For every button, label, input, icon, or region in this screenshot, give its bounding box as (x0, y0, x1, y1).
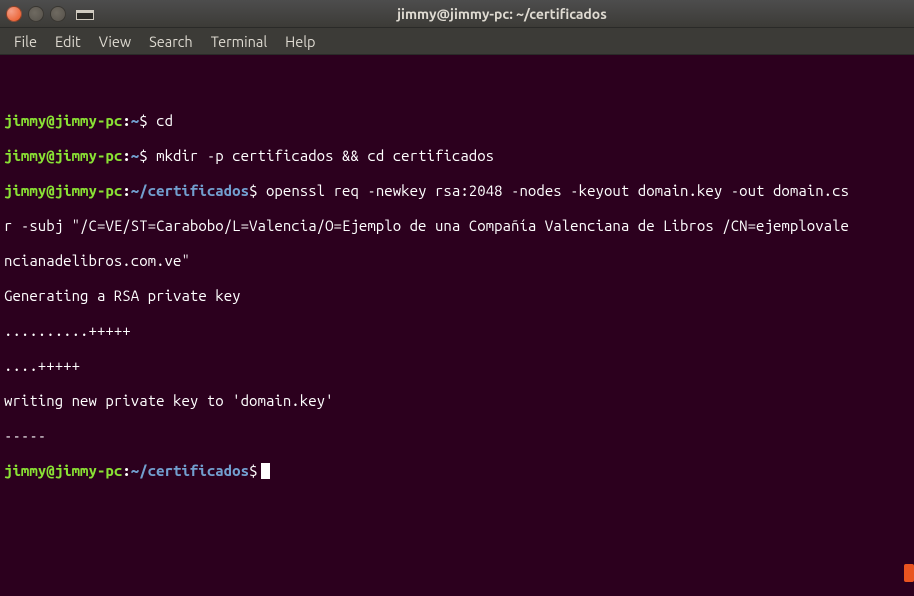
close-icon[interactable] (6, 6, 22, 22)
output-line: Generating a RSA private key (4, 287, 910, 305)
menu-edit[interactable]: Edit (47, 30, 89, 53)
ps-dollar: $ (139, 112, 147, 129)
ps-user: jimmy@jimmy-pc (4, 147, 122, 164)
ps-path: ~ (131, 147, 139, 164)
ps-dollar: $ (139, 147, 147, 164)
scrollbar-thumb[interactable] (904, 564, 914, 582)
ps-path: ~/certificados (131, 182, 249, 199)
terminal-line: jimmy@jimmy-pc:~$ cd (4, 112, 910, 130)
terminal-window-icon (74, 6, 96, 22)
ps-user: jimmy@jimmy-pc (4, 182, 122, 199)
ps-dollar: $ (249, 182, 257, 199)
ps-colon: : (122, 462, 130, 479)
ps-user: jimmy@jimmy-pc (4, 112, 122, 129)
terminal-blank-line (4, 77, 910, 95)
terminal-line: jimmy@jimmy-pc:~/certificados$ openssl r… (4, 182, 910, 200)
maximize-icon[interactable] (50, 6, 66, 22)
terminal-line: jimmy@jimmy-pc:~$ mkdir -p certificados … (4, 147, 910, 165)
ps-user: jimmy@jimmy-pc (4, 462, 122, 479)
ps-path: ~ (131, 112, 139, 129)
terminal-line: jimmy@jimmy-pc:~/certificados$ (4, 462, 910, 480)
ps-colon: : (122, 147, 130, 164)
menu-search[interactable]: Search (141, 30, 201, 53)
window-title: jimmy@jimmy-pc: ~/certificados (96, 6, 908, 22)
command-text: cd (148, 112, 173, 129)
titlebar: jimmy@jimmy-pc: ~/certificados (0, 0, 914, 28)
menu-terminal[interactable]: Terminal (203, 30, 275, 53)
command-text: mkdir -p certificados && cd certificados (148, 147, 494, 164)
window-buttons (6, 6, 66, 22)
ps-path: ~/certificados (131, 462, 249, 479)
cursor-icon (261, 463, 270, 479)
output-line: ----- (4, 427, 910, 445)
menu-view[interactable]: View (91, 30, 139, 53)
terminal-line: ncianadelibros.com.ve" (4, 252, 910, 270)
ps-colon: : (122, 182, 130, 199)
terminal-area[interactable]: jimmy@jimmy-pc:~$ cd jimmy@jimmy-pc:~$ m… (0, 55, 914, 501)
output-line: writing new private key to 'domain.key' (4, 392, 910, 410)
menu-file[interactable]: File (6, 30, 45, 53)
menu-help[interactable]: Help (277, 30, 323, 53)
output-line: ..........+++++ (4, 322, 910, 340)
terminal-line: r -subj "/C=VE/ST=Carabobo/L=Valencia/O=… (4, 217, 910, 235)
menubar: File Edit View Search Terminal Help (0, 28, 914, 55)
command-text: openssl req -newkey rsa:2048 -nodes -key… (258, 182, 850, 199)
output-line: ....+++++ (4, 357, 910, 375)
minimize-icon[interactable] (28, 6, 44, 22)
ps-colon: : (122, 112, 130, 129)
ps-dollar: $ (249, 462, 257, 479)
